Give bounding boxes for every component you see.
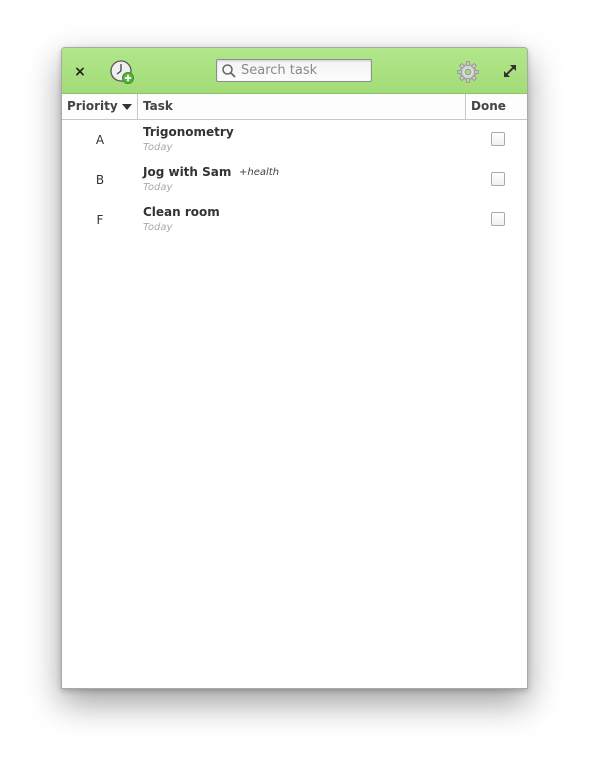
task-name: Trigonometry — [143, 125, 234, 139]
done-column-header[interactable]: Done — [466, 94, 527, 119]
search-box[interactable] — [216, 59, 372, 82]
add-task-button[interactable] — [109, 59, 135, 85]
task-priority: B — [95, 173, 105, 187]
maximize-button[interactable] — [502, 63, 518, 79]
task-priority: F — [96, 213, 104, 227]
task-date: Today — [143, 142, 173, 153]
task-row[interactable]: A Trigonometry Today — [62, 120, 527, 160]
task-row[interactable]: F Clean room Today — [62, 200, 527, 240]
header-bar: × — [62, 48, 527, 94]
close-button[interactable]: × — [70, 62, 90, 82]
priority-header-label: Priority — [67, 99, 118, 113]
sort-down-icon — [122, 104, 132, 110]
column-header-row: Priority Task Done — [62, 94, 527, 120]
task-date: Today — [143, 182, 173, 193]
clock-plus-icon — [110, 60, 134, 84]
task-priority: A — [95, 133, 105, 147]
task-header-label: Task — [143, 99, 173, 113]
search-input[interactable] — [241, 61, 367, 80]
done-checkbox[interactable] — [491, 172, 505, 186]
task-date: Today — [143, 222, 173, 233]
app-window: × Search task Priority Task Done A Trigo… — [61, 47, 528, 689]
settings-button[interactable] — [456, 60, 480, 84]
task-tag: +health — [239, 167, 280, 178]
gear-icon — [457, 61, 479, 83]
done-checkbox[interactable] — [491, 212, 505, 226]
task-row[interactable]: B Jog with Sam +health Today — [62, 160, 527, 200]
task-column-header[interactable]: Task — [138, 94, 466, 119]
search-icon — [222, 64, 236, 78]
task-name: Clean room — [143, 205, 220, 219]
task-list: A Trigonometry Today B Jog with Sam +hea… — [62, 120, 527, 240]
task-name: Jog with Sam — [143, 165, 232, 179]
priority-column-header[interactable]: Priority — [62, 94, 138, 119]
maximize-arrows-icon — [504, 65, 516, 77]
done-checkbox[interactable] — [491, 132, 505, 146]
done-header-label: Done — [471, 99, 506, 113]
